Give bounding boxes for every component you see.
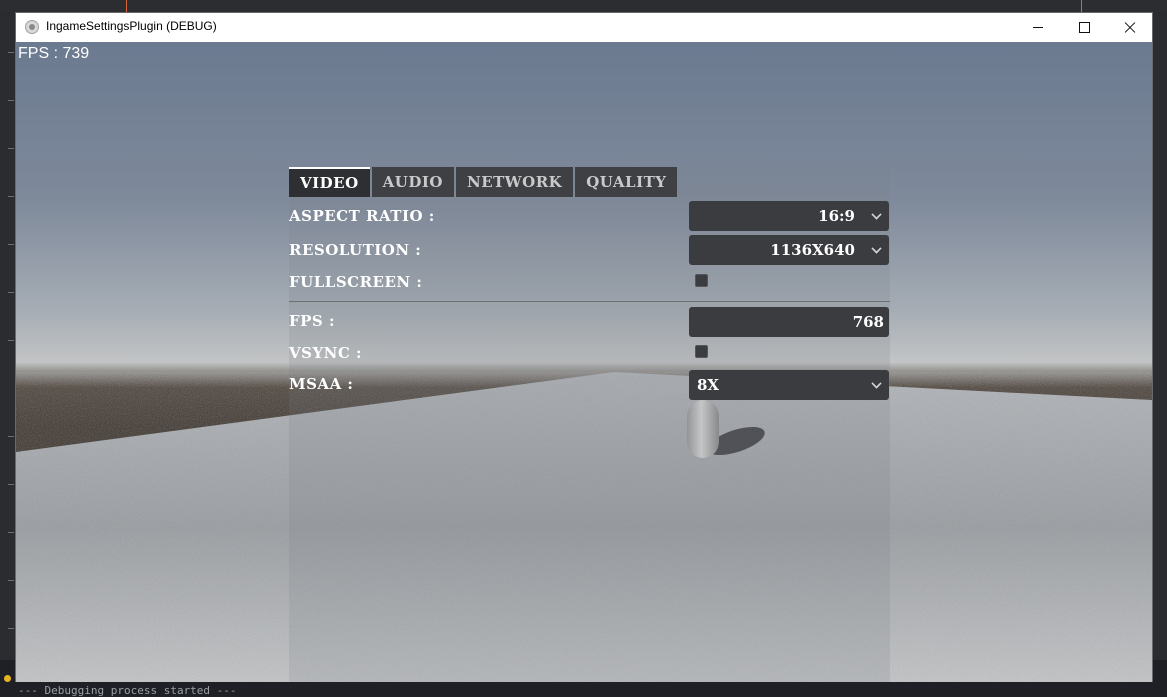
tab-audio[interactable]: AUDIO [371,167,454,197]
ruler-tick [8,244,14,245]
ruler-tick [8,580,14,581]
maximize-button[interactable] [1061,13,1107,42]
timeline-marker [126,0,127,12]
close-icon [1124,22,1136,34]
fps-counter: FPS : 739 [18,45,90,62]
fps-label: FPS : [289,312,336,330]
fullscreen-checkbox[interactable] [695,274,708,287]
ruler-tick [8,52,14,53]
ruler-tick [8,292,14,293]
aspect-ratio-value: 16:9 [818,207,855,225]
title-bar[interactable]: IngameSettingsPlugin (DEBUG) [16,13,1152,42]
console-line: --- Debugging process started --- [18,684,237,697]
minimize-icon [1033,27,1043,28]
msaa-label: MSAA : [289,375,354,393]
tab-video[interactable]: VIDEO [289,167,370,197]
section-divider [289,301,890,302]
msaa-dropdown[interactable]: 8X [689,370,889,400]
ruler-tick [8,484,14,485]
ruler-tick [8,628,14,629]
ruler-tick [8,100,14,101]
fps-input[interactable]: 768 [689,307,889,337]
ruler-tick [8,436,14,437]
ruler-tick [8,532,14,533]
msaa-value: 8X [697,376,720,394]
close-button[interactable] [1107,13,1153,42]
app-icon [25,20,39,34]
maximize-icon [1078,22,1090,33]
timeline-marker [1081,0,1082,12]
tab-network[interactable]: NETWORK [455,167,574,197]
resolution-value: 1136X640 [770,241,855,259]
resolution-label: RESOLUTION : [289,241,422,259]
editor-left-ruler [0,12,16,662]
window-title: IngameSettingsPlugin (DEBUG) [46,19,217,33]
settings-panel: VIDEO AUDIO NETWORK QUALITY ASPECT RATIO… [289,167,890,682]
minimize-button[interactable] [1015,13,1061,42]
aspect-ratio-dropdown[interactable]: 16:9 [689,201,889,231]
settings-tabs: VIDEO AUDIO NETWORK QUALITY [289,167,679,197]
vsync-checkbox[interactable] [695,345,708,358]
resolution-dropdown[interactable]: 1136X640 [689,235,889,265]
game-viewport[interactable]: FPS : 739 VIDEO AUDIO NETWORK QUALITY AS… [16,42,1152,682]
game-window: IngameSettingsPlugin (DEBUG) FPS: 739 V… [15,12,1153,682]
fullscreen-label: FULLSCREEN : [289,273,423,291]
warning-icon [4,675,11,682]
ruler-tick [8,196,14,197]
vsync-label: VSYNC : [289,344,363,362]
ruler-tick [8,340,14,341]
ruler-tick [8,148,14,149]
editor-right-panel [1153,12,1167,662]
editor-top-bar [0,0,1167,12]
tab-quality[interactable]: QUALITY [575,167,678,197]
aspect-ratio-label: ASPECT RATIO : [289,207,435,225]
